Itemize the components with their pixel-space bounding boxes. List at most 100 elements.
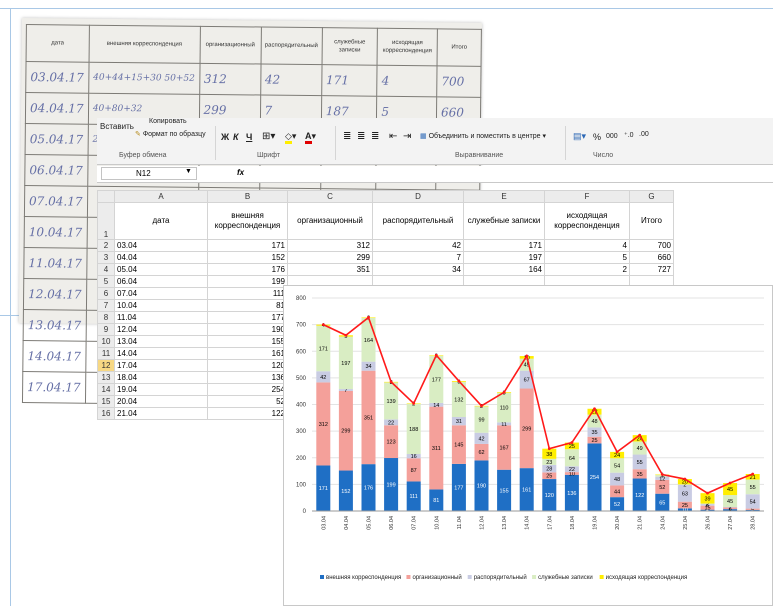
borders-icon[interactable]: ⊞▾ — [262, 131, 275, 142]
copy-button[interactable]: Копировать — [149, 118, 187, 125]
table-cell[interactable]: 13.04 — [114, 335, 208, 348]
row-number[interactable]: 2 — [97, 239, 115, 252]
table-cell[interactable]: 312 — [287, 239, 373, 252]
column-header[interactable]: G — [629, 190, 674, 203]
table-cell[interactable]: 18.04 — [114, 371, 208, 384]
font-color-icon[interactable]: A▾ — [305, 131, 316, 144]
table-cell[interactable]: 17.04 — [114, 359, 208, 372]
bold-button[interactable]: Ж — [221, 132, 229, 142]
column-title-cell[interactable]: дата — [114, 202, 208, 240]
merge-center-button[interactable]: ▦ Объединить и поместить в центре ▾ — [420, 132, 546, 140]
column-header[interactable]: E — [463, 190, 545, 203]
row-number[interactable]: 10 — [97, 335, 115, 348]
table-cell[interactable]: 254 — [207, 383, 288, 396]
table-cell[interactable]: 10.04 — [114, 299, 208, 312]
table-cell[interactable]: 660 — [629, 251, 674, 264]
table-cell[interactable]: 06.04 — [114, 275, 208, 288]
table-cell[interactable]: 81 — [207, 299, 288, 312]
row-number[interactable]: 9 — [97, 323, 115, 336]
indent-increase-icon[interactable]: ⇥ — [403, 131, 411, 142]
table-cell[interactable]: 122 — [207, 407, 288, 420]
column-header[interactable]: D — [372, 190, 464, 203]
row-number[interactable]: 1 — [97, 202, 115, 240]
italic-button[interactable]: К — [233, 132, 239, 142]
currency-format-icon[interactable]: ▤▾ — [573, 131, 586, 142]
align-center-icon[interactable]: ≣ — [357, 131, 365, 142]
row-number[interactable]: 4 — [97, 263, 115, 276]
table-cell[interactable]: 03.04 — [114, 239, 208, 252]
row-number[interactable]: 16 — [97, 407, 115, 420]
row-number[interactable]: 11 — [97, 347, 115, 360]
table-cell[interactable]: 120 — [207, 359, 288, 372]
table-cell[interactable]: 161 — [207, 347, 288, 360]
percent-button[interactable]: % — [593, 132, 601, 142]
table-cell[interactable]: 299 — [287, 251, 373, 264]
table-cell[interactable]: 171 — [463, 239, 545, 252]
table-cell[interactable]: 05.04 — [114, 263, 208, 276]
table-cell[interactable]: 7 — [372, 251, 464, 264]
increase-decimal-icon[interactable]: ⁺.0 — [624, 131, 634, 139]
table-cell[interactable]: 199 — [207, 275, 288, 288]
table-cell[interactable]: 19.04 — [114, 383, 208, 396]
stacked-bar-chart[interactable]: 0 100 200 300 400 500 600 700 800 171 312 42 171 4 03.… — [283, 285, 773, 606]
table-cell[interactable]: 727 — [629, 263, 674, 276]
underline-button[interactable]: Ч — [246, 132, 252, 142]
decrease-decimal-icon[interactable]: .00 — [639, 131, 649, 138]
row-number[interactable]: 3 — [97, 251, 115, 264]
table-cell[interactable]: 164 — [463, 263, 545, 276]
table-cell[interactable]: 42 — [372, 239, 464, 252]
align-right-icon[interactable]: ≣ — [371, 131, 379, 142]
row-number[interactable]: 13 — [97, 371, 115, 384]
thousands-button[interactable]: 000 — [606, 133, 618, 140]
row-number[interactable]: 15 — [97, 395, 115, 408]
column-title-cell[interactable]: внешняя корреспонденция — [207, 202, 288, 240]
table-cell[interactable]: 11.04 — [114, 311, 208, 324]
column-title-cell[interactable]: организационный — [287, 202, 373, 240]
table-cell[interactable]: 136 — [207, 371, 288, 384]
table-cell[interactable]: 52 — [207, 395, 288, 408]
row-number[interactable]: 12 — [97, 359, 115, 372]
table-cell[interactable]: 351 — [287, 263, 373, 276]
fill-color-icon[interactable]: ◇▾ — [285, 131, 296, 144]
table-cell[interactable]: 4 — [544, 239, 630, 252]
row-number[interactable]: 6 — [97, 287, 115, 300]
table-cell[interactable]: 155 — [207, 335, 288, 348]
table-cell[interactable]: 171 — [207, 239, 288, 252]
row-number[interactable]: 5 — [97, 275, 115, 288]
select-all-corner[interactable] — [97, 190, 115, 203]
column-header[interactable]: C — [287, 190, 373, 203]
row-number[interactable]: 7 — [97, 299, 115, 312]
table-cell[interactable]: 197 — [463, 251, 545, 264]
table-cell[interactable]: 07.04 — [114, 287, 208, 300]
row-number[interactable]: 14 — [97, 383, 115, 396]
column-title-cell[interactable]: служебные записки — [463, 202, 545, 240]
table-cell[interactable]: 190 — [207, 323, 288, 336]
column-title-cell[interactable]: распорядительный — [372, 202, 464, 240]
table-cell[interactable]: 111 — [207, 287, 288, 300]
column-title-cell[interactable]: исходящая корреспонденция — [544, 202, 630, 240]
column-header[interactable]: B — [207, 190, 288, 203]
table-cell[interactable]: 5 — [544, 251, 630, 264]
function-icon[interactable]: fx — [237, 168, 244, 177]
table-cell[interactable]: 34 — [372, 263, 464, 276]
table-cell[interactable]: 12.04 — [114, 323, 208, 336]
table-cell[interactable]: 152 — [207, 251, 288, 264]
table-cell[interactable]: 177 — [207, 311, 288, 324]
format-painter-button[interactable]: ✎ Формат по образцу — [135, 130, 206, 138]
chevron-down-icon[interactable]: ▼ — [185, 168, 192, 175]
name-box[interactable]: N12 — [101, 167, 197, 180]
paste-button[interactable]: Вставить — [100, 122, 134, 131]
column-header[interactable]: F — [544, 190, 630, 203]
align-left-icon[interactable]: ≣ — [343, 131, 351, 142]
column-header[interactable]: A — [114, 190, 208, 203]
row-number[interactable]: 8 — [97, 311, 115, 324]
table-cell[interactable]: 14.04 — [114, 347, 208, 360]
column-title-cell[interactable]: Итого — [629, 202, 674, 240]
table-cell[interactable]: 04.04 — [114, 251, 208, 264]
formula-input[interactable] — [255, 167, 765, 180]
table-cell[interactable]: 2 — [544, 263, 630, 276]
table-cell[interactable]: 20.04 — [114, 395, 208, 408]
table-cell[interactable]: 176 — [207, 263, 288, 276]
indent-decrease-icon[interactable]: ⇤ — [389, 131, 397, 142]
table-cell[interactable]: 700 — [629, 239, 674, 252]
